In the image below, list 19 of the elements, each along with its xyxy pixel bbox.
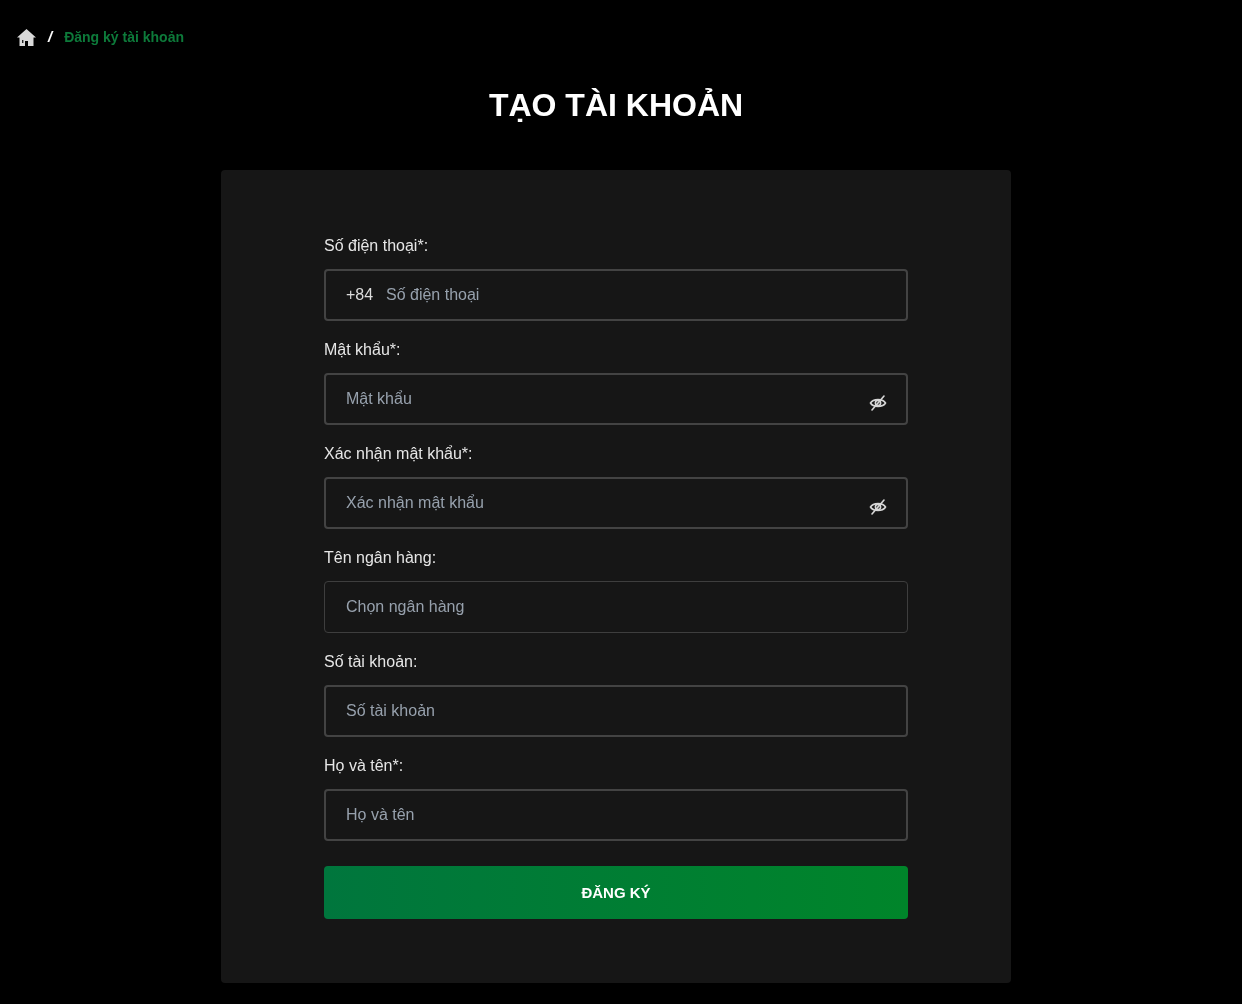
field-label: Số điện thoại*: (324, 236, 429, 256)
home-icon[interactable] (17, 28, 36, 46)
text-input-field[interactable]: Họ và tên (324, 789, 908, 841)
field-label: Xác nhận mật khẩu*: (324, 444, 473, 464)
bank-select-field[interactable]: Chọn ngân hàng (324, 581, 908, 633)
country-code-prefix: +84 (346, 285, 374, 305)
password-input-field[interactable]: Xác nhận mật khẩu (324, 477, 908, 529)
field-label: Mật khẩu*: (324, 340, 401, 360)
field-label: Họ và tên*: (324, 756, 404, 776)
eye-off-icon[interactable] (869, 499, 887, 515)
register-button[interactable]: ĐĂNG KÝ (324, 866, 908, 919)
field-label: Tên ngân hàng: (324, 548, 437, 568)
page-title: TẠO TÀI KHOẢN (488, 86, 744, 124)
breadcrumb-current-page: Đăng ký tài khoản (64, 28, 184, 46)
field-label: Số tài khoản: (324, 652, 418, 672)
password-input-field[interactable]: Mật khẩu (324, 373, 908, 425)
text-input-field[interactable]: Số tài khoản (324, 685, 908, 737)
eye-off-icon[interactable] (869, 395, 887, 411)
breadcrumb-separator: / (48, 28, 53, 46)
